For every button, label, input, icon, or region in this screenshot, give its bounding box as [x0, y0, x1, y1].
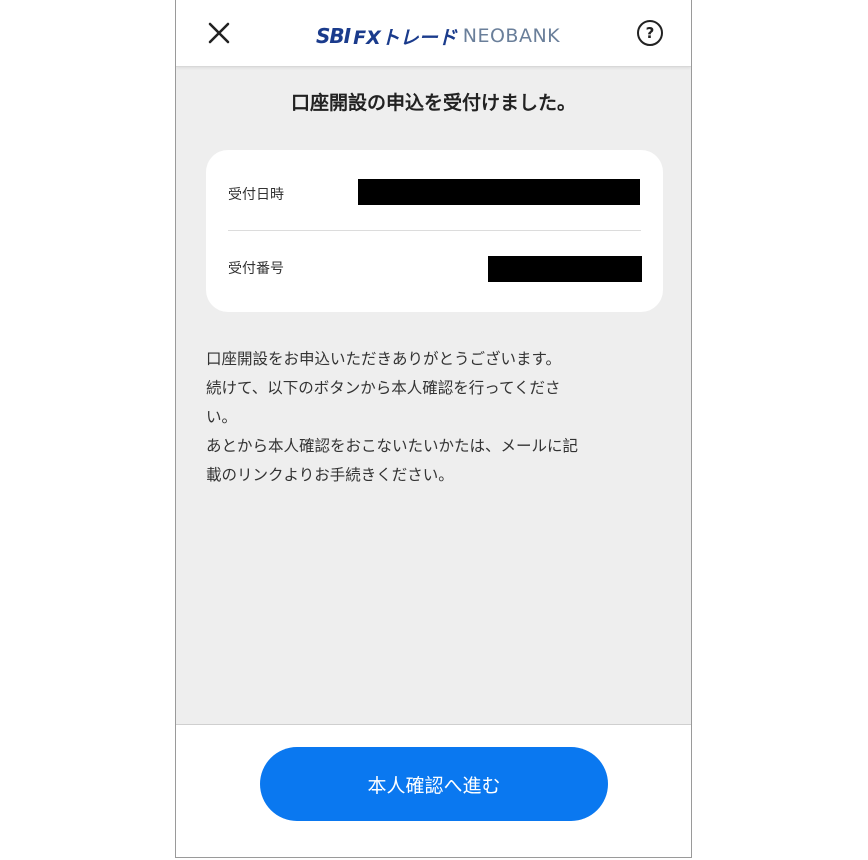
- confirmation-message: 口座開設をお申込いただきありがとうございます。 続けて、以下のボタンから本人確認…: [206, 350, 579, 484]
- receipt-divider: [228, 230, 641, 231]
- receipt-date-label: 受付日時: [228, 187, 284, 203]
- help-button[interactable]: ?: [637, 20, 663, 46]
- logo-fx: FXトレード: [353, 26, 457, 49]
- help-icon: ?: [645, 24, 655, 42]
- logo-sbi: SBI: [316, 24, 351, 48]
- page-title: 口座開設の申込を受付けました。: [290, 92, 576, 114]
- footer-bar: 本人確認へ進む: [176, 724, 691, 857]
- logo-neobank: NEOBANK: [462, 25, 561, 47]
- close-icon: [208, 22, 230, 44]
- brand-logo: SBI FXトレード NEOBANK: [316, 22, 560, 50]
- app-screen: SBI FXトレード NEOBANK ? 口座開設の申込を受付けました。 受付日…: [175, 0, 692, 858]
- close-button[interactable]: [204, 18, 234, 48]
- receipt-number-label: 受付番号: [228, 261, 284, 277]
- proceed-identity-verification-button[interactable]: 本人確認へ進む: [260, 747, 608, 821]
- receipt-date-redacted: [358, 179, 640, 205]
- app-header: SBI FXトレード NEOBANK ?: [176, 0, 691, 67]
- receipt-number-redacted: [488, 256, 642, 282]
- receipt-card: 受付日時 受付番号: [206, 150, 663, 312]
